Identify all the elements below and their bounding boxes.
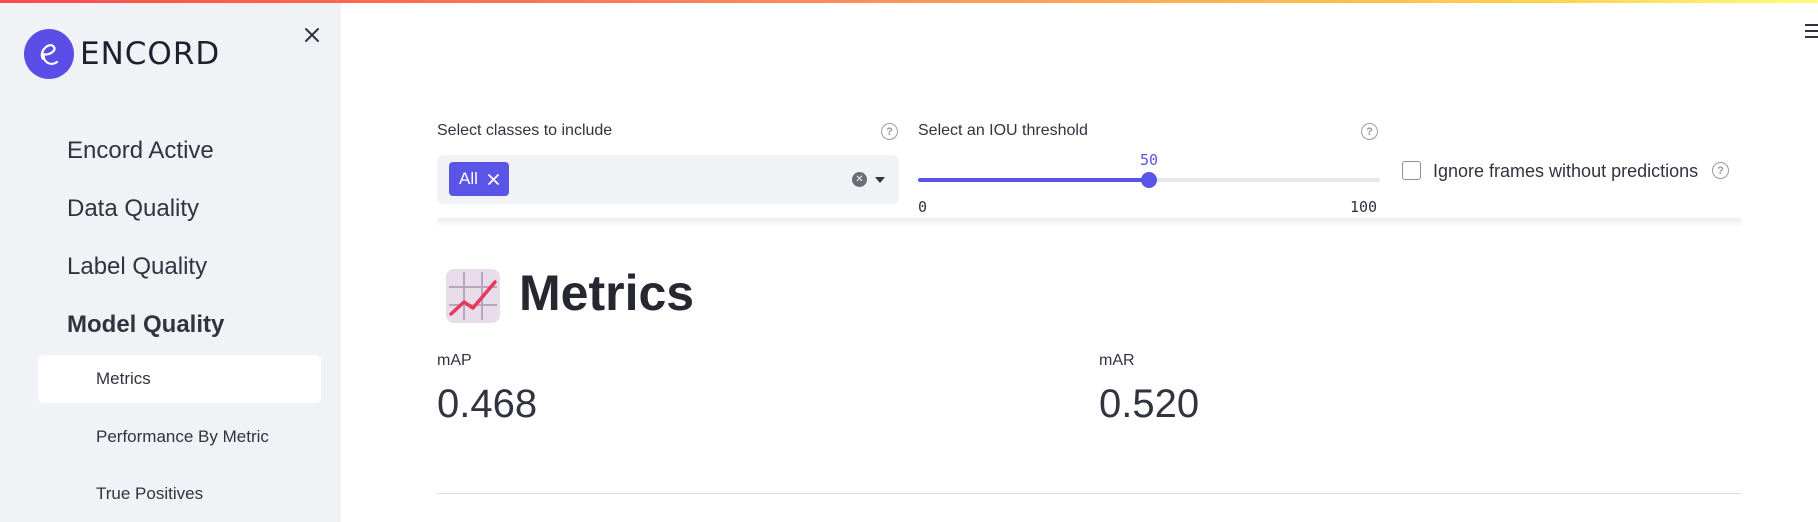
iou-slider-max: 100: [1350, 198, 1378, 216]
ignore-frames-help-icon[interactable]: ?: [1712, 162, 1729, 179]
map-metric-label: mAP: [437, 352, 472, 369]
sidebar-subitem-label: True Positives: [96, 484, 204, 503]
chart-increasing-icon: [445, 268, 501, 324]
sidebar-subitem-true-positives[interactable]: True Positives: [38, 470, 321, 518]
sidebar-item-label-quality[interactable]: Label Quality: [67, 253, 207, 281]
classes-select-label: Select classes to include: [437, 122, 613, 139]
iou-slider-thumb[interactable]: [1141, 172, 1157, 188]
iou-slider[interactable]: [918, 172, 1380, 188]
close-icon: [305, 28, 319, 42]
sidebar-subitem-label: Metrics: [96, 369, 151, 388]
ignore-frames-label[interactable]: Ignore frames without predictions: [1433, 161, 1698, 182]
iou-slider-fill: [918, 178, 1149, 182]
sidebar-item-data-quality[interactable]: Data Quality: [67, 195, 199, 223]
map-metric-value: 0.468: [437, 382, 538, 426]
page-title: Metrics: [519, 265, 695, 321]
ignore-frames-checkbox[interactable]: [1402, 161, 1421, 180]
iou-slider-min: 0: [918, 198, 928, 216]
iou-threshold-label: Select an IOU threshold: [918, 122, 1088, 139]
sidebar-subitem-performance-by-metric[interactable]: Performance By Metric: [38, 413, 321, 461]
selected-class-tag-label: All: [459, 169, 478, 188]
encord-logo-icon: [24, 29, 74, 79]
classes-help-icon[interactable]: ?: [881, 123, 898, 140]
sidebar-subitem-metrics[interactable]: Metrics: [38, 355, 321, 403]
remove-tag-icon[interactable]: [488, 173, 499, 185]
sidebar-subitem-label: Performance By Metric: [96, 427, 269, 446]
close-sidebar-button[interactable]: [298, 21, 326, 49]
sidebar: ENCORD Encord Active Data Quality Label …: [0, 3, 341, 522]
chevron-down-icon[interactable]: [875, 177, 885, 183]
selected-class-tag: All: [449, 162, 509, 196]
encord-logo: ENCORD: [24, 29, 220, 79]
mar-metric-label: mAR: [1099, 352, 1135, 369]
iou-help-icon[interactable]: ?: [1361, 123, 1378, 140]
brand-name: ENCORD: [80, 36, 221, 72]
section-divider: [437, 493, 1741, 494]
sidebar-item-encord-active[interactable]: Encord Active: [67, 137, 214, 165]
main-menu-button[interactable]: [1804, 22, 1818, 40]
filter-panel-shadow: [437, 218, 1741, 226]
sidebar-item-model-quality[interactable]: Model Quality: [67, 311, 224, 339]
classes-multiselect[interactable]: All ✕: [437, 155, 899, 204]
mar-metric-value: 0.520: [1099, 382, 1200, 426]
iou-slider-value: 50: [1140, 151, 1159, 169]
clear-selection-icon[interactable]: ✕: [852, 172, 867, 187]
hamburger-menu-icon: [1805, 24, 1818, 38]
